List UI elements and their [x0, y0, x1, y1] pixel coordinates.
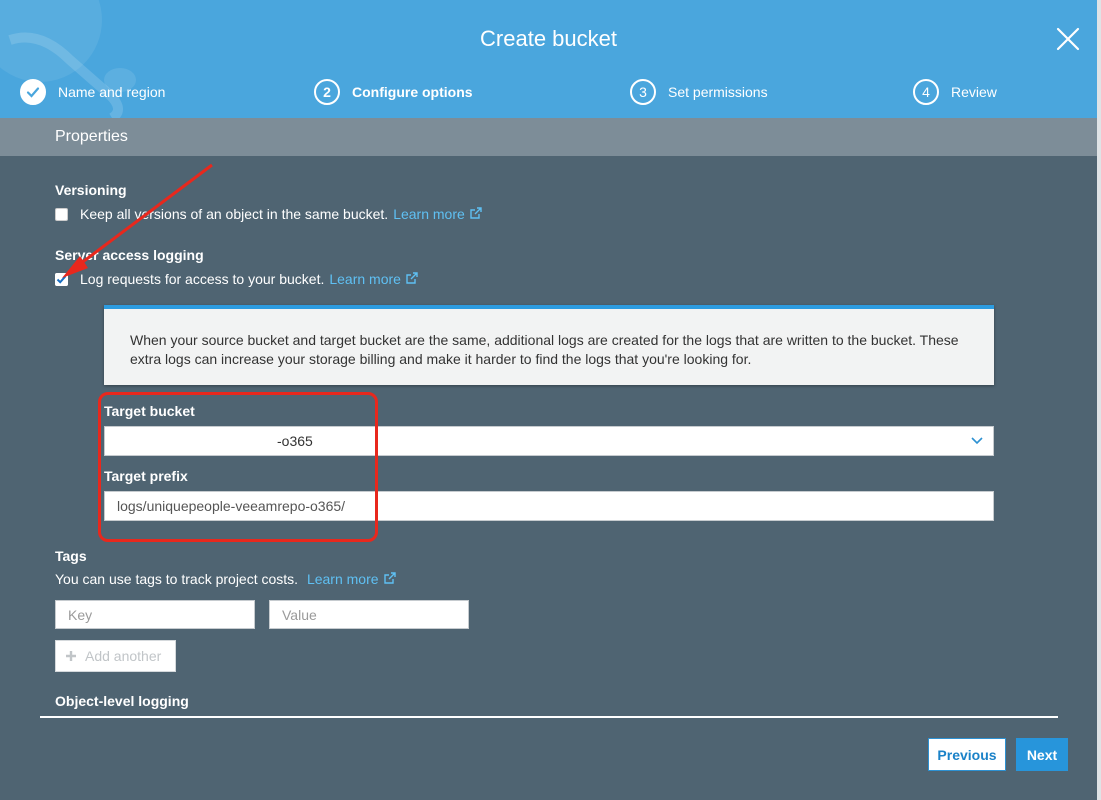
tags-label: Tags [55, 548, 87, 564]
versioning-label: Versioning [55, 182, 127, 198]
logging-row: Log requests for access to your bucket. … [55, 271, 418, 287]
add-another-tag-button[interactable]: Add another [55, 640, 176, 672]
logging-checkbox[interactable] [55, 272, 68, 286]
external-link-icon [383, 572, 396, 584]
step-label: Set permissions [668, 84, 768, 100]
tags-description: You can use tags to track project costs. [55, 571, 299, 587]
close-icon[interactable] [1055, 26, 1081, 52]
target-bucket-select[interactable]: -o365 [104, 426, 994, 456]
section-divider [40, 716, 1058, 718]
create-bucket-modal: Create bucket Name and region 2 Configur… [0, 0, 1097, 800]
object-level-logging-label: Object-level logging [55, 693, 189, 709]
tag-key-input[interactable] [55, 600, 255, 629]
modal-title: Create bucket [480, 26, 617, 51]
logging-info-box: When your source bucket and target bucke… [104, 305, 994, 385]
tag-value-input[interactable] [269, 600, 469, 629]
versioning-text: Keep all versions of an object in the sa… [80, 206, 389, 222]
checkmark-icon [20, 79, 46, 105]
step-label: Review [951, 84, 997, 100]
logging-text: Log requests for access to your bucket. [80, 271, 325, 287]
external-link-icon [470, 207, 482, 219]
step-configure-options[interactable]: 2 Configure options [314, 78, 473, 106]
chevron-down-icon [971, 437, 983, 445]
step-number: 3 [630, 79, 656, 105]
target-prefix-input[interactable] [104, 491, 994, 521]
info-text: When your source bucket and target bucke… [130, 332, 959, 367]
wizard-header: Create bucket Name and region 2 Configur… [0, 0, 1097, 118]
next-button[interactable]: Next [1016, 738, 1068, 771]
check-icon [55, 272, 68, 286]
plus-icon [66, 651, 76, 661]
target-prefix-label: Target prefix [104, 468, 188, 484]
versioning-learn-more-link[interactable]: Learn more [393, 206, 482, 222]
step-set-permissions[interactable]: 3 Set permissions [630, 78, 768, 106]
step-name-and-region[interactable]: Name and region [20, 78, 165, 106]
versioning-row: Keep all versions of an object in the sa… [55, 206, 482, 222]
section-title: Properties [55, 128, 128, 145]
add-another-label: Add another [85, 648, 162, 664]
target-bucket-label: Target bucket [104, 403, 195, 419]
target-bucket-value: -o365 [277, 433, 313, 449]
previous-button[interactable]: Previous [928, 738, 1006, 771]
external-link-icon [406, 272, 418, 284]
tags-learn-more-link[interactable]: Learn more [307, 571, 396, 587]
step-label: Name and region [58, 84, 166, 100]
properties-section-header: Properties [0, 118, 1097, 156]
tags-description-row: You can use tags to track project costs.… [55, 571, 396, 587]
server-access-logging-label: Server access logging [55, 247, 204, 263]
step-review[interactable]: 4 Review [913, 78, 997, 106]
step-number: 2 [314, 79, 340, 105]
step-number: 4 [913, 79, 939, 105]
logging-learn-more-link[interactable]: Learn more [329, 271, 418, 287]
step-label: Configure options [352, 84, 473, 100]
versioning-checkbox[interactable] [55, 207, 68, 221]
background-page-edge [1097, 0, 1101, 800]
